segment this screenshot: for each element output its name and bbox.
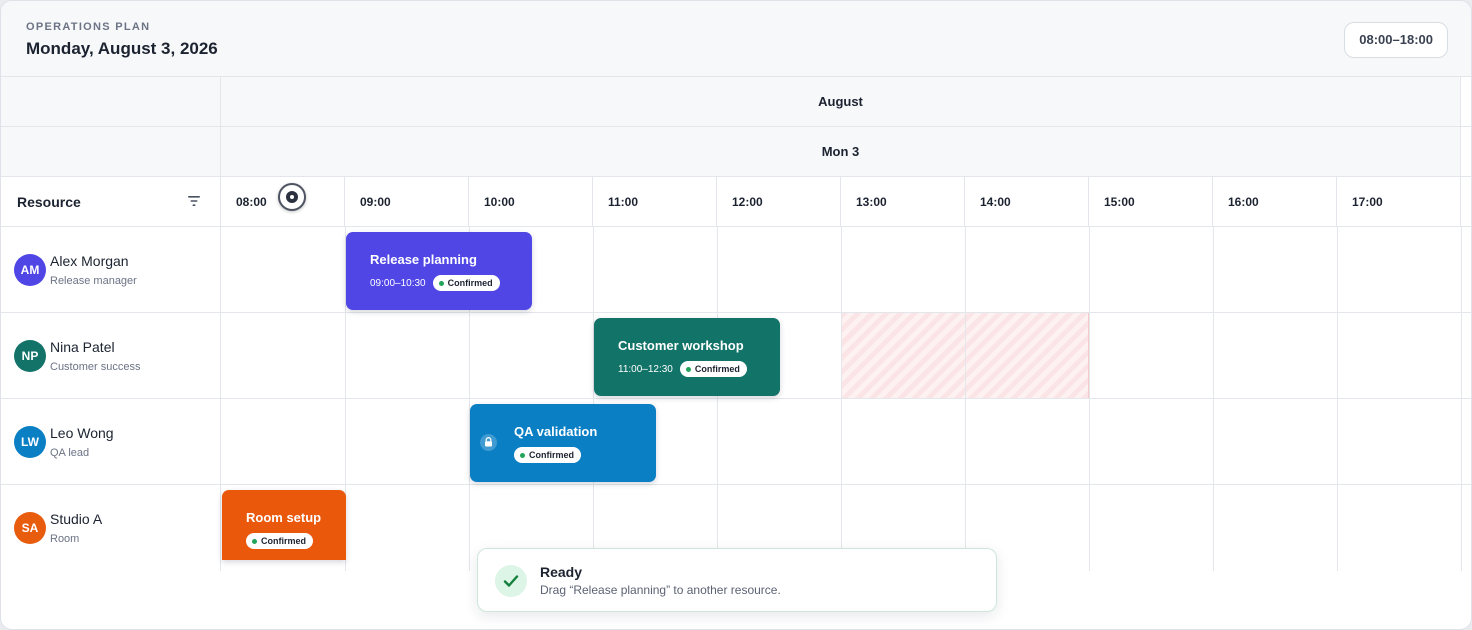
status-toast: Ready Drag “Release planning” to another… <box>477 548 997 612</box>
event-room-setup[interactable]: Room setup Confirmed <box>222 490 346 560</box>
resource-role: QA lead <box>50 447 90 459</box>
status-label: Confirmed <box>447 278 493 288</box>
day-label: Mon 3 <box>221 127 1461 176</box>
resource-cell[interactable]: SA Studio A Room <box>1 485 221 571</box>
resource-column-label: Resource <box>17 194 81 210</box>
hour-0900: 09:00 <box>345 177 469 227</box>
avatar: SA <box>14 512 46 544</box>
resource-name: Alex Morgan <box>50 253 129 269</box>
filter-icon[interactable] <box>187 195 201 207</box>
event-customer-workshop[interactable]: Customer workshop 11:00–12:30 Confirmed <box>594 318 780 396</box>
page-title: Monday, August 3, 2026 <box>26 39 218 58</box>
hour-1700: 17:00 <box>1337 177 1461 227</box>
resource-row-leo-wong: LW Leo Wong QA lead <box>1 399 1471 485</box>
resource-cell[interactable]: NP Nina Patel Customer success <box>1 313 221 398</box>
operations-plan-app: OPERATIONS PLAN Monday, August 3, 2026 0… <box>0 0 1472 630</box>
event-title: Room setup <box>246 510 322 525</box>
now-marker-icon[interactable] <box>278 183 306 211</box>
month-label: August <box>221 77 1461 126</box>
status-label: Confirmed <box>529 450 574 460</box>
resource-cell[interactable]: AM Alex Morgan Release manager <box>1 227 221 312</box>
event-title: Customer workshop <box>618 338 744 353</box>
avatar: NP <box>14 340 46 372</box>
resource-name: Leo Wong <box>50 425 114 441</box>
avatar: AM <box>14 254 46 286</box>
page-header: OPERATIONS PLAN Monday, August 3, 2026 0… <box>1 1 1471 77</box>
toast-title: Ready <box>540 564 583 580</box>
resource-role: Room <box>50 533 80 545</box>
event-title: QA validation <box>514 424 598 439</box>
status-label: Confirmed <box>694 364 740 374</box>
resource-column-header: Resource <box>1 177 221 226</box>
event-release-planning[interactable]: Release planning 09:00–10:30 Confirmed <box>346 232 532 310</box>
event-title: Release planning <box>370 252 477 267</box>
hour-1300: 13:00 <box>841 177 965 227</box>
status-badge: Confirmed <box>514 447 581 463</box>
hour-1100: 11:00 <box>593 177 717 227</box>
lock-icon <box>480 434 497 451</box>
resource-name: Nina Patel <box>50 339 115 355</box>
hour-1200: 12:00 <box>717 177 841 227</box>
status-badge: Confirmed <box>432 275 500 291</box>
month-header-row: August <box>1 77 1471 127</box>
check-icon <box>495 565 527 597</box>
page-eyebrow: OPERATIONS PLAN <box>26 21 151 33</box>
status-badge: Confirmed <box>679 361 747 377</box>
status-label: Confirmed <box>261 536 306 546</box>
status-badge: Confirmed <box>246 533 313 549</box>
event-time: 09:00–10:30 <box>370 277 426 289</box>
avatar: LW <box>14 426 46 458</box>
hour-1600: 16:00 <box>1213 177 1337 227</box>
toast-message: Drag “Release planning” to another resou… <box>540 583 781 597</box>
hour-1500: 15:00 <box>1089 177 1213 227</box>
time-range-button[interactable]: 08:00–18:00 <box>1344 22 1448 58</box>
resource-role: Customer success <box>50 361 141 373</box>
hour-1400: 14:00 <box>965 177 1089 227</box>
day-header-row: Mon 3 <box>1 127 1471 177</box>
resource-name: Studio A <box>50 511 103 527</box>
scheduler-grid: August Mon 3 Resource 08:00 09:00 10:00 … <box>1 77 1471 571</box>
resource-role: Release manager <box>50 275 137 287</box>
event-qa-validation[interactable]: QA validation Confirmed <box>470 404 656 482</box>
resource-cell[interactable]: LW Leo Wong QA lead <box>1 399 221 484</box>
event-time: 11:00–12:30 <box>618 363 673 375</box>
resource-row-alex-morgan: AM Alex Morgan Release manager <box>1 227 1471 313</box>
hour-1000: 10:00 <box>469 177 593 227</box>
hour-header-row: Resource 08:00 09:00 10:00 11:00 12:00 1… <box>1 177 1471 227</box>
